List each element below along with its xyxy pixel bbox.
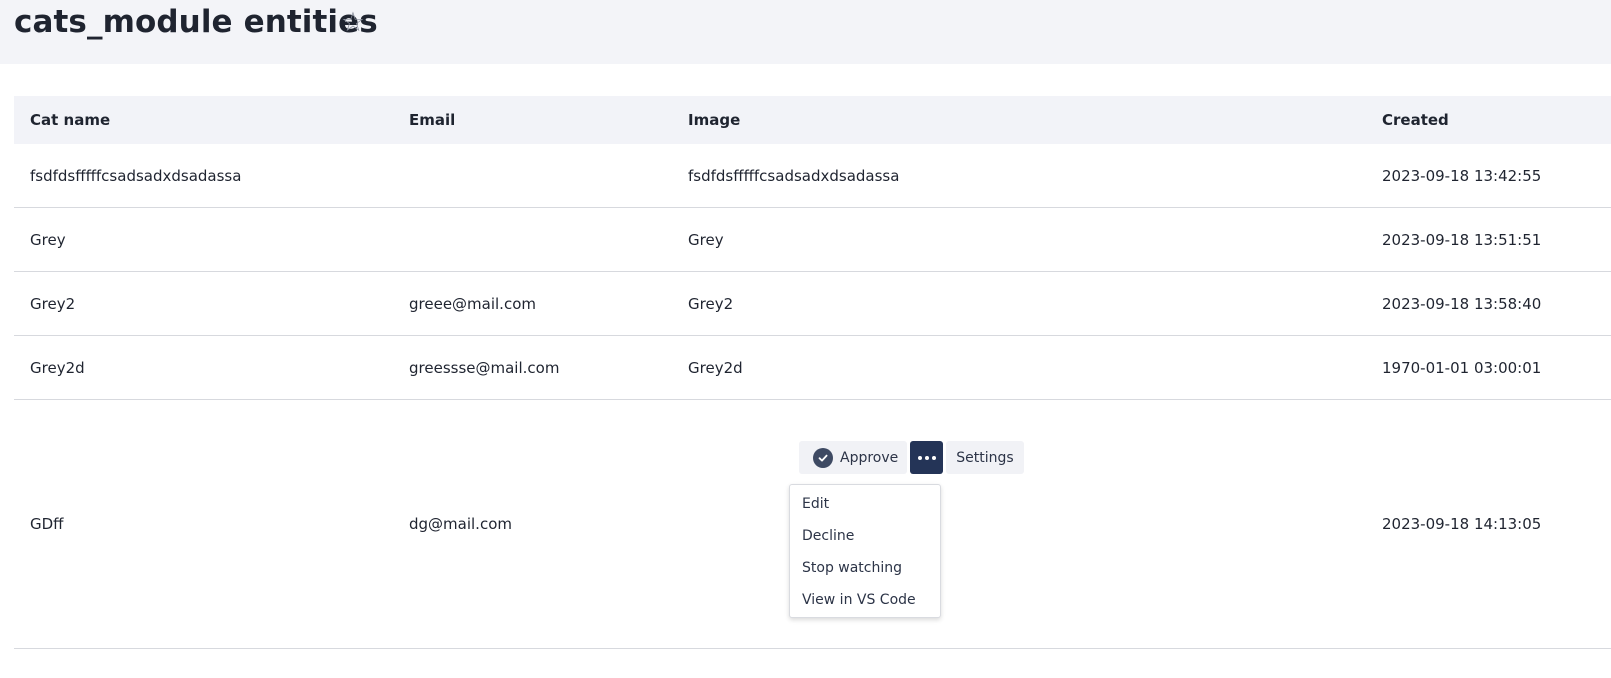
cell-email: greee@mail.com: [409, 294, 536, 313]
check-circle-icon: [813, 447, 833, 468]
more-dots-icon: [931, 455, 936, 460]
cell-image: Grey: [688, 230, 724, 249]
table-row[interactable]: fsdfdsfffffcsadsadxdsadassa fsdfdsfffffc…: [14, 144, 1611, 208]
cell-email: greessse@mail.com: [409, 358, 560, 377]
page-header: cats_module entities ☆: [0, 0, 1611, 64]
cell-image: Grey2d: [688, 358, 743, 377]
table-row[interactable]: GDff dg@mail.com 2023-09-18 14:13:05 App…: [14, 400, 1611, 649]
cell-created: 2023-09-18 13:42:55: [1382, 166, 1542, 185]
star-icon[interactable]: ☆: [339, 4, 367, 40]
cell-created: 2023-09-18 13:51:51: [1382, 230, 1542, 249]
approve-label: Approve: [840, 449, 899, 466]
cell-image: Grey2: [688, 294, 734, 313]
cell-cat-name: fsdfdsfffffcsadsadxdsadassa: [30, 166, 242, 185]
cell-cat-name: Grey: [30, 230, 66, 249]
table-header: Cat name Email Image Created: [14, 96, 1611, 144]
cell-cat-name: GDff: [30, 515, 64, 533]
table-row[interactable]: Grey2d greessse@mail.com Grey2d 1970-01-…: [14, 336, 1611, 400]
table-row[interactable]: Grey2 greee@mail.com Grey2 2023-09-18 13…: [14, 272, 1611, 336]
more-actions-button[interactable]: [910, 441, 943, 474]
cell-created: 2023-09-18 14:13:05: [1382, 515, 1542, 533]
approve-button[interactable]: Approve: [799, 441, 907, 474]
cell-created: 1970-01-01 03:00:01: [1382, 358, 1542, 377]
table-row[interactable]: Grey Grey 2023-09-18 13:51:51: [14, 208, 1611, 272]
column-header-created[interactable]: Created: [1382, 96, 1449, 144]
page-title: cats_module entities: [14, 4, 378, 40]
cell-email: dg@mail.com: [409, 515, 512, 533]
row-actions: Approve Settings: [799, 441, 1024, 474]
cell-created: 2023-09-18 13:58:40: [1382, 294, 1542, 313]
more-dots-icon: [924, 455, 929, 460]
cell-image: fsdfdsfffffcsadsadxdsadassa: [688, 166, 900, 185]
menu-item-view-in-vs-code[interactable]: View in VS Code: [802, 585, 916, 615]
column-header-email[interactable]: Email: [409, 96, 455, 144]
menu-item-stop-watching[interactable]: Stop watching: [802, 553, 902, 583]
cell-cat-name: Grey2d: [30, 358, 85, 377]
column-header-image[interactable]: Image: [688, 96, 740, 144]
cell-cat-name: Grey2: [30, 294, 76, 313]
settings-button[interactable]: Settings: [946, 441, 1024, 474]
column-header-cat-name[interactable]: Cat name: [30, 96, 110, 144]
menu-item-decline[interactable]: Decline: [802, 521, 854, 551]
actions-dropdown-menu: Edit Decline Stop watching View in VS Co…: [789, 484, 941, 618]
entities-table: Cat name Email Image Created fsdfdsfffff…: [14, 96, 1611, 649]
more-dots-icon: [917, 455, 922, 460]
menu-item-edit[interactable]: Edit: [802, 489, 829, 519]
